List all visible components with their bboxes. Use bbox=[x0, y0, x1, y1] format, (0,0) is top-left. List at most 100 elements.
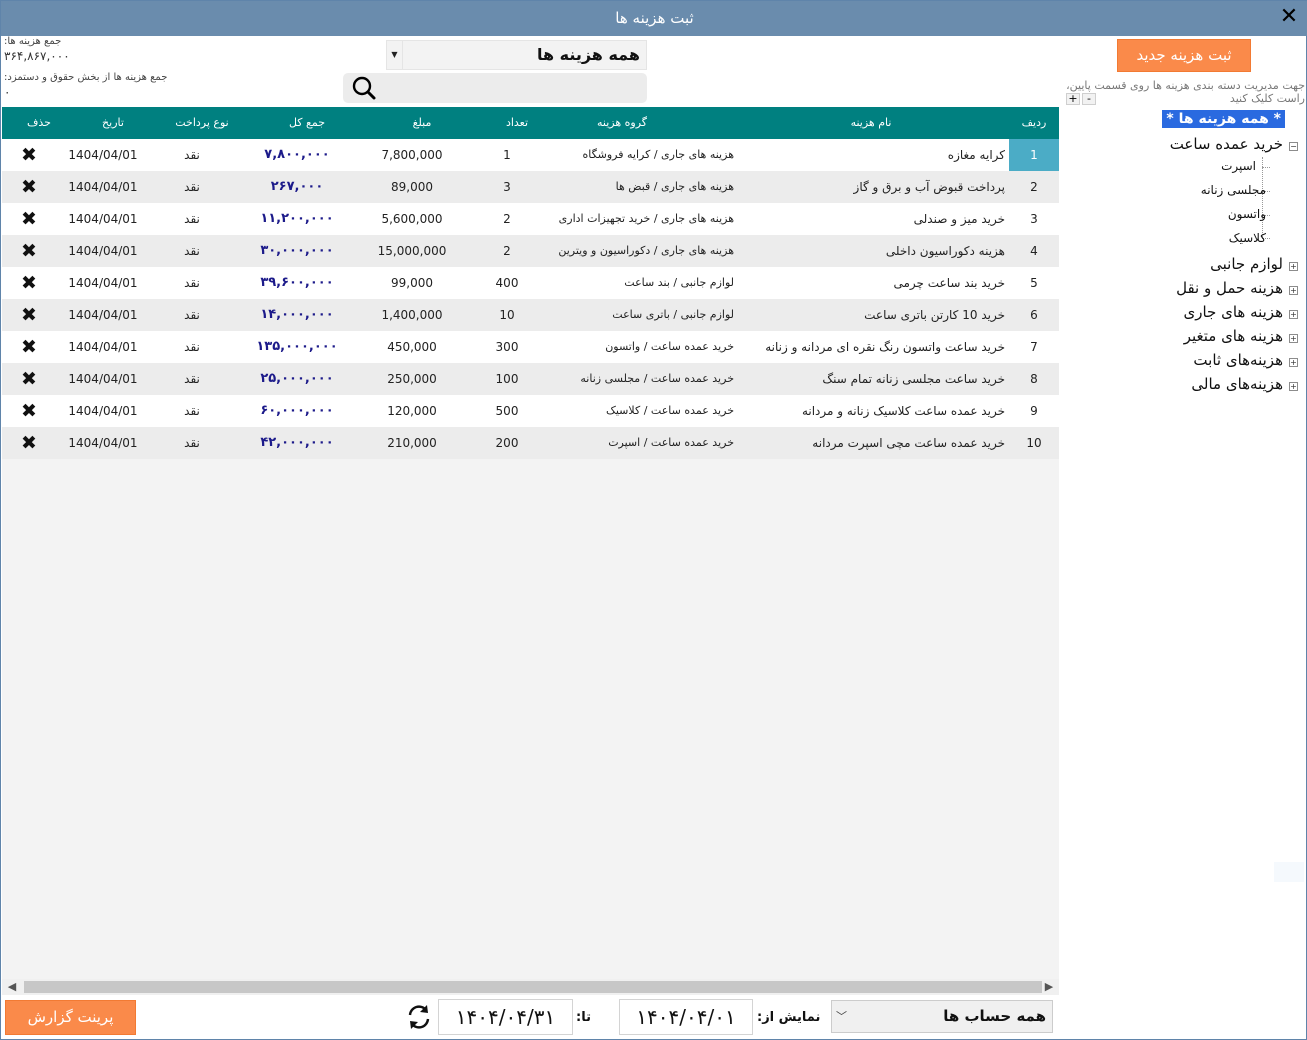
account-select[interactable]: ﹀ همه حساب ها bbox=[831, 1000, 1053, 1033]
row-total[interactable]: ۴۲,۰۰۰,۰۰۰ bbox=[242, 427, 352, 459]
header-date[interactable]: تاریخ bbox=[72, 107, 154, 139]
tree-node-accessories[interactable]: لوازم جانبی bbox=[1210, 255, 1283, 273]
row-date[interactable]: 1404/04/01 bbox=[62, 395, 144, 427]
tree-node-variable[interactable]: هزینه های متغیر bbox=[1184, 327, 1283, 345]
row-amount[interactable]: 1,400,000 bbox=[362, 299, 462, 331]
row-date[interactable]: 1404/04/01 bbox=[62, 363, 144, 395]
row-payment-type[interactable]: نقد bbox=[152, 171, 232, 203]
row-expense-group[interactable]: خرید عمده ساعت / اسپرت bbox=[512, 427, 734, 459]
row-expense-name[interactable]: خرید بند ساعت چرمی bbox=[737, 267, 1005, 299]
row-expense-group[interactable]: هزینه های جاری / خرید تجهیزات اداری bbox=[512, 203, 734, 235]
row-index[interactable]: 8 bbox=[1009, 363, 1059, 395]
row-amount[interactable]: 120,000 bbox=[362, 395, 462, 427]
row-expense-name[interactable]: هزینه دکوراسیون داخلی bbox=[737, 235, 1005, 267]
delete-row-icon[interactable]: ✖ bbox=[2, 139, 56, 171]
expand-node-icon[interactable]: + bbox=[1289, 358, 1298, 367]
row-expense-group[interactable]: لوازم جانبی / باتری ساعت bbox=[512, 299, 734, 331]
scroll-right-icon[interactable]: ▶ bbox=[1041, 979, 1057, 995]
row-date[interactable]: 1404/04/01 bbox=[62, 203, 144, 235]
chevron-down-icon[interactable]: ▼ bbox=[387, 41, 403, 69]
row-total[interactable]: ۲۶۷,۰۰۰ bbox=[242, 171, 352, 203]
delete-row-icon[interactable]: ✖ bbox=[2, 299, 56, 331]
tree-child-sport[interactable]: اسپرت bbox=[1221, 159, 1256, 173]
close-icon[interactable]: ✕ bbox=[1278, 6, 1300, 28]
row-date[interactable]: 1404/04/01 bbox=[62, 139, 144, 171]
delete-row-icon[interactable]: ✖ bbox=[2, 235, 56, 267]
scroll-left-icon[interactable]: ◀ bbox=[4, 979, 20, 995]
table-row[interactable]: 9 خرید عمده ساعت کلاسیک زنانه و مردانه خری… bbox=[2, 395, 1059, 427]
delete-row-icon[interactable]: ✖ bbox=[2, 203, 56, 235]
row-date[interactable]: 1404/04/01 bbox=[62, 235, 144, 267]
row-expense-name[interactable]: کرایه مغازه bbox=[737, 139, 1005, 171]
header-count[interactable]: تعداد bbox=[482, 107, 552, 139]
row-payment-type[interactable]: نقد bbox=[152, 267, 232, 299]
row-total[interactable]: ۲۵,۰۰۰,۰۰۰ bbox=[242, 363, 352, 395]
table-row[interactable]: 3 خرید میز و صندلی هزینه های جاری / خرید ت… bbox=[2, 203, 1059, 235]
row-expense-group[interactable]: هزینه های جاری / کرایه فروشگاه bbox=[512, 139, 734, 171]
row-expense-group[interactable]: لوازم جانبی / بند ساعت bbox=[512, 267, 734, 299]
row-count[interactable]: 2 bbox=[472, 203, 542, 235]
table-row[interactable]: 10 خرید عمده ساعت مچی اسپرت مردانه خرید عم… bbox=[2, 427, 1059, 459]
delete-row-icon[interactable]: ✖ bbox=[2, 363, 56, 395]
expand-node-icon[interactable]: + bbox=[1289, 262, 1298, 271]
row-total[interactable]: ۳۰,۰۰۰,۰۰۰ bbox=[242, 235, 352, 267]
header-payment[interactable]: نوع پرداخت bbox=[162, 107, 242, 139]
row-expense-group[interactable]: خرید عمده ساعت / کلاسیک bbox=[512, 395, 734, 427]
row-expense-name[interactable]: خرید ساعت واتسون رنگ نقره ای مردانه و زن… bbox=[737, 331, 1005, 363]
row-date[interactable]: 1404/04/01 bbox=[62, 171, 144, 203]
row-amount[interactable]: 450,000 bbox=[362, 331, 462, 363]
search-icon[interactable] bbox=[349, 75, 379, 101]
row-index[interactable]: 1 bbox=[1009, 139, 1059, 171]
new-expense-button[interactable]: ثبت هزینه جدید bbox=[1117, 39, 1251, 72]
tree-child-classic[interactable]: کلاسیک bbox=[1229, 231, 1266, 245]
table-row[interactable]: 1 کرایه مغازه هزینه های جاری / کرایه فروشگ… bbox=[2, 139, 1059, 171]
row-expense-name[interactable]: خرید میز و صندلی bbox=[737, 203, 1005, 235]
row-count[interactable]: 10 bbox=[472, 299, 542, 331]
table-row[interactable]: 6 خرید 10 کارتن باتری ساعت لوازم جانبی / ب… bbox=[2, 299, 1059, 331]
row-total[interactable]: ۷,۸۰۰,۰۰۰ bbox=[242, 139, 352, 171]
row-count[interactable]: 1 bbox=[472, 139, 542, 171]
expand-node-icon[interactable]: + bbox=[1289, 334, 1298, 343]
row-count[interactable]: 2 bbox=[472, 235, 542, 267]
table-row[interactable]: 2 پرداخت قبوض آب و برق و گاز هزینه های جار… bbox=[2, 171, 1059, 203]
row-amount[interactable]: 15,000,000 bbox=[362, 235, 462, 267]
header-name[interactable]: نام هزینه bbox=[737, 107, 1005, 139]
delete-row-icon[interactable]: ✖ bbox=[2, 171, 56, 203]
row-date[interactable]: 1404/04/01 bbox=[62, 331, 144, 363]
row-expense-group[interactable]: خرید عمده ساعت / واتسون bbox=[512, 331, 734, 363]
header-group[interactable]: گروه هزینه bbox=[562, 107, 682, 139]
search-input[interactable] bbox=[385, 76, 641, 100]
row-total[interactable]: ۳۹,۶۰۰,۰۰۰ bbox=[242, 267, 352, 299]
row-amount[interactable]: 89,000 bbox=[362, 171, 462, 203]
tree-node-fixed[interactable]: هزینه‌های ثابت bbox=[1193, 351, 1283, 369]
to-date-field[interactable]: ۱۴۰۴/۰۴/۳۱ bbox=[438, 999, 573, 1035]
header-delete[interactable]: حذف bbox=[12, 107, 66, 139]
expand-all-button[interactable]: + bbox=[1066, 93, 1080, 105]
header-amount[interactable]: مبلغ bbox=[372, 107, 472, 139]
tree-node-current[interactable]: هزینه های جاری bbox=[1183, 303, 1283, 321]
row-payment-type[interactable]: نقد bbox=[152, 139, 232, 171]
tree-node-wholesale[interactable]: خرید عمده ساعت bbox=[1170, 135, 1283, 153]
from-date-field[interactable]: ۱۴۰۴/۰۴/۰۱ bbox=[619, 999, 753, 1035]
delete-row-icon[interactable]: ✖ bbox=[2, 331, 56, 363]
tree-node-financial[interactable]: هزینه‌های مالی bbox=[1191, 375, 1283, 393]
row-payment-type[interactable]: نقد bbox=[152, 331, 232, 363]
row-expense-name[interactable]: خرید 10 کارتن باتری ساعت bbox=[737, 299, 1005, 331]
table-row[interactable]: 7 خرید ساعت واتسون رنگ نقره ای مردانه و ز… bbox=[2, 331, 1059, 363]
row-count[interactable]: 500 bbox=[472, 395, 542, 427]
delete-row-icon[interactable]: ✖ bbox=[2, 427, 56, 459]
row-count[interactable]: 200 bbox=[472, 427, 542, 459]
table-row[interactable]: 8 خرید ساعت مجلسی زنانه تمام سنگ خرید عمده… bbox=[2, 363, 1059, 395]
table-row[interactable]: 5 خرید بند ساعت چرمی لوازم جانبی / بند ساع… bbox=[2, 267, 1059, 299]
row-count[interactable]: 3 bbox=[472, 171, 542, 203]
tree-child-formal-women[interactable]: مجلسی زنانه bbox=[1201, 183, 1266, 197]
collapse-node-icon[interactable]: − bbox=[1289, 142, 1298, 151]
tree-node-transport[interactable]: هزینه حمل و نقل bbox=[1176, 279, 1283, 297]
row-date[interactable]: 1404/04/01 bbox=[62, 427, 144, 459]
row-expense-name[interactable]: پرداخت قبوض آب و برق و گاز bbox=[737, 171, 1005, 203]
refresh-icon[interactable] bbox=[406, 1004, 432, 1030]
row-total[interactable]: ۶۰,۰۰۰,۰۰۰ bbox=[242, 395, 352, 427]
row-expense-group[interactable]: خرید عمده ساعت / مجلسی زنانه bbox=[512, 363, 734, 395]
delete-row-icon[interactable]: ✖ bbox=[2, 267, 56, 299]
collapse-all-button[interactable]: - bbox=[1082, 93, 1096, 105]
